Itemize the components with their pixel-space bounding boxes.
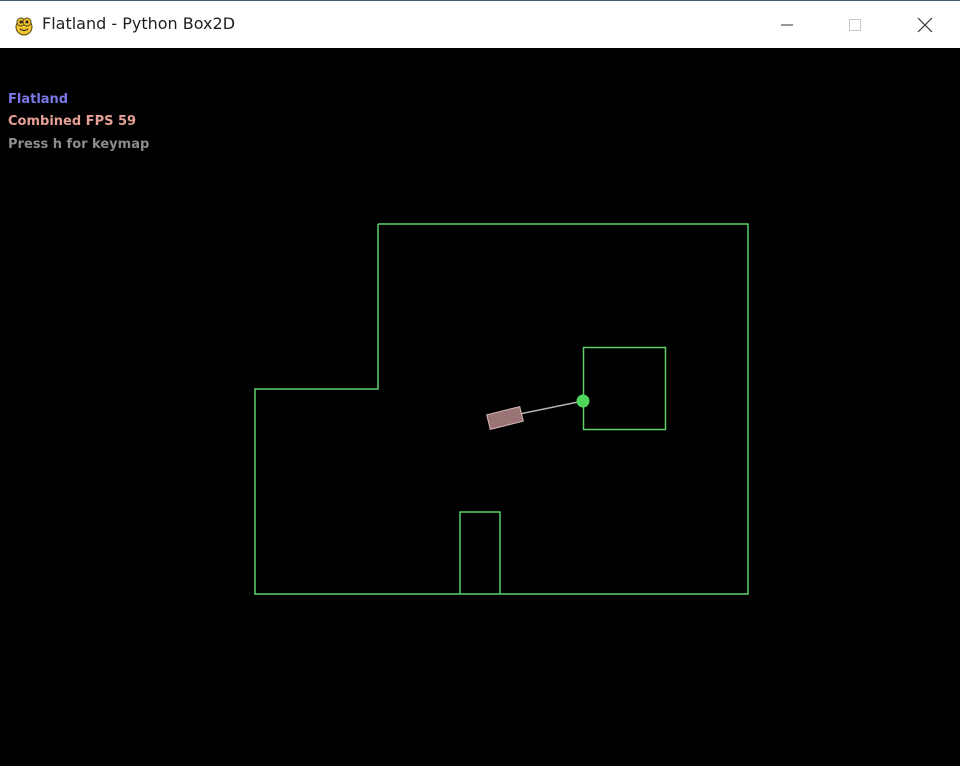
goal-marker: [576, 394, 590, 408]
window-title: Flatland - Python Box2D: [42, 14, 236, 33]
app-window: Flatland - Python Box2D Flatland Combine…: [0, 0, 960, 769]
simulation-canvas[interactable]: Flatland Combined FPS 59 Press h for key…: [0, 48, 960, 766]
box-obstacle: [582, 346, 667, 431]
world-view: [254, 223, 749, 595]
outer-wall: [254, 223, 749, 595]
close-button[interactable]: [890, 1, 960, 49]
pillar-obstacle: [459, 511, 501, 594]
pygame-snake-icon: [15, 17, 33, 36]
minimize-button[interactable]: [752, 1, 822, 49]
close-icon: [917, 17, 933, 33]
title-bar[interactable]: Flatland - Python Box2D: [0, 0, 960, 48]
minimize-icon: [781, 24, 793, 26]
maximize-icon: [849, 19, 861, 31]
agent-body: [486, 406, 524, 430]
maximize-button[interactable]: [820, 1, 890, 49]
